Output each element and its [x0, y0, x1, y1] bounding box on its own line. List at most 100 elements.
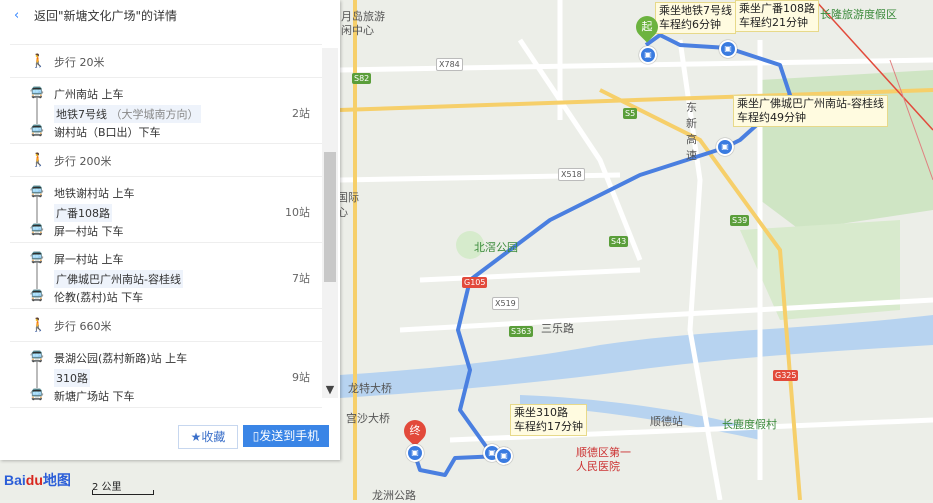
bubble-line1: 乘坐地铁7号线 — [659, 4, 732, 17]
alight-station: 伦教(荔村)站 下车 — [54, 291, 144, 304]
baidu-map-logo[interactable]: Baidu地图 — [4, 470, 71, 490]
star-icon: ★ — [190, 430, 202, 444]
map-label-shunde-station: 顺德站 — [650, 415, 683, 428]
alight-station: 新塘广场站 下车 — [54, 390, 135, 403]
road-tag-s43: S43 — [609, 236, 629, 247]
map-label-dongxin-highway: 东新高速 — [686, 101, 697, 162]
end-pin-icon[interactable]: 终 — [399, 415, 431, 447]
road-tag-x518: X518 — [558, 168, 585, 181]
line-direction: （大学城南方向） — [110, 108, 199, 121]
step-partial — [10, 32, 322, 45]
route-bubble-108: 乘坐广番108路 车程约21分钟 — [735, 0, 819, 32]
route-connector — [36, 197, 38, 223]
route-connector — [36, 98, 38, 124]
walk-icon: 🚶 — [30, 153, 47, 168]
bus-stop-icon[interactable]: ▣ — [639, 46, 657, 64]
line-label: 310路 — [56, 372, 88, 385]
walk-step[interactable]: 🚶 步行 660米 — [10, 309, 322, 342]
road-tag-s5: S5 — [623, 108, 638, 119]
walk-step[interactable]: 🚶 步行 200米 — [10, 144, 322, 177]
map-label-chimelong: 长隆旅游度假区 — [820, 8, 897, 21]
map-label-longte-bridge: 龙特大桥 — [348, 382, 392, 395]
road-tag-x784: X784 — [436, 58, 463, 71]
bubble-line1: 乘坐310路 — [514, 406, 568, 419]
chevron-left-icon[interactable]: ‹ — [14, 0, 19, 32]
alight-station: 屏一村站 下车 — [54, 225, 124, 238]
bus-icon: 🚍 — [30, 124, 44, 137]
back-to-detail-link[interactable]: 返回"新塘文化广场"的详情 — [34, 0, 177, 32]
bubble-line2: 车程约17分钟 — [514, 420, 583, 433]
end-pin-label: 终 — [409, 424, 421, 437]
stop-count: 9站 — [292, 371, 310, 384]
bubble-line1: 乘坐广佛城巴广州南站-容桂线 — [737, 97, 884, 110]
start-pin-icon[interactable]: 起 — [631, 11, 663, 43]
route-detail-panel: ‹ 返回"新塘文化广场"的详情 🚶 步行 20米 🚍 🚍 广州南站 上车 地铁7… — [0, 0, 340, 460]
bubble-line2: 车程约49分钟 — [737, 111, 806, 124]
walk-icon: 🚶 — [30, 318, 47, 333]
walk-text: 步行 660米 — [54, 320, 112, 333]
stop-count: 2站 — [292, 107, 310, 120]
favorite-label: 收藏 — [201, 430, 226, 444]
route-bubble-ronggui: 乘坐广佛城巴广州南站-容桂线 车程约49分钟 — [733, 95, 888, 127]
board-station: 屏一村站 上车 — [54, 253, 124, 266]
map-label-longzhou-road: 龙洲公路 — [372, 489, 416, 502]
logo-text: Bai — [4, 472, 26, 488]
map-label-hospital-2: 人民医院 — [576, 460, 620, 473]
bus-stop-icon[interactable]: ▣ — [406, 444, 424, 462]
map-label-changlu-resort: 长鹿度假村 — [722, 418, 777, 431]
panel-header[interactable]: ‹ 返回"新塘文化广场"的详情 — [0, 0, 340, 32]
map-label-guoji: 国际 — [337, 191, 359, 204]
logo-paw: du — [25, 472, 43, 488]
route-connector — [36, 362, 38, 388]
send-label: 发送到手机 — [259, 429, 320, 443]
logo-suffix: 地图 — [42, 472, 71, 488]
bubble-line2: 车程约6分钟 — [659, 18, 721, 31]
walk-text: 步行 200米 — [54, 155, 112, 168]
road-tag-s363: S363 — [509, 326, 534, 337]
transit-step[interactable]: 🚍 🚍 广州南站 上车 地铁7号线 （大学城南方向） 2站 谢村站（B口出）下车 — [10, 78, 322, 144]
map-label-beijiao-park: 北滘公园 — [474, 241, 518, 254]
favorite-button[interactable]: ★收藏 — [178, 425, 238, 449]
transit-step[interactable]: 🚍 🚍 景湖公园(荔村新路)站 上车 310路 9站 新塘广场站 下车 — [10, 342, 322, 408]
walk-icon: 🚶 — [30, 54, 47, 69]
transit-step[interactable]: 🚍 🚍 屏一村站 上车 广佛城巴广州南站-容桂线 7站 伦教(荔村)站 下车 — [10, 243, 322, 309]
bus-icon: 🚍 — [30, 223, 44, 236]
line-name: 广佛城巴广州南站-容桂线 — [54, 270, 183, 288]
line-label: 广佛城巴广州南站-容桂线 — [56, 273, 181, 286]
send-to-phone-button[interactable]: ▯发送到手机 — [243, 425, 329, 447]
board-station: 广州南站 上车 — [54, 88, 124, 101]
line-name: 310路 — [54, 369, 90, 387]
walk-text: 步行 20米 — [54, 56, 105, 69]
route-steps-list[interactable]: 🚶 步行 20米 🚍 🚍 广州南站 上车 地铁7号线 （大学城南方向） 2站 谢… — [10, 32, 322, 408]
stop-count: 10站 — [285, 206, 310, 219]
line-label: 地铁7号线 — [56, 108, 107, 121]
line-label: 广番108路 — [56, 207, 110, 220]
route-bubble-metro7: 乘坐地铁7号线 车程约6分钟 — [655, 2, 736, 34]
road-tag-s82: S82 — [352, 73, 372, 84]
scrollbar-track[interactable] — [322, 48, 338, 398]
bus-icon: 🚍 — [30, 289, 44, 302]
transit-step[interactable]: 🚍 🚍 地铁谢村站 上车 广番108路 10站 屏一村站 下车 — [10, 177, 322, 243]
road-tag-g325: G325 — [773, 370, 799, 381]
bus-stop-icon[interactable]: ▣ — [716, 138, 734, 156]
route-bubble-310: 乘坐310路 车程约17分钟 — [510, 404, 587, 436]
bubble-line2: 车程约21分钟 — [739, 16, 808, 29]
line-name: 地铁7号线 （大学城南方向） — [54, 105, 201, 123]
map-label-gongsha-bridge: 宫沙大桥 — [346, 412, 390, 425]
walk-step[interactable]: 🚶 步行 20米 — [10, 45, 322, 78]
start-pin-label: 起 — [641, 20, 653, 33]
scroll-down-icon[interactable]: ▼ — [322, 382, 338, 398]
map-label-island-2: 闲中心 — [341, 24, 374, 37]
bus-stop-icon[interactable]: ▣ — [719, 40, 737, 58]
route-connector — [36, 263, 38, 289]
road-tag-x519: X519 — [492, 297, 519, 310]
board-station: 景湖公园(荔村新路)站 上车 — [54, 352, 188, 365]
scrollbar-thumb[interactable] — [324, 152, 336, 282]
line-name: 广番108路 — [54, 204, 112, 222]
bus-icon: 🚍 — [30, 388, 44, 401]
road-tag-g105: G105 — [462, 277, 488, 288]
bus-stop-icon[interactable]: ▣ — [495, 447, 513, 465]
map-label-sanle-road: 三乐路 — [541, 322, 574, 335]
board-station: 地铁谢村站 上车 — [54, 187, 135, 200]
bubble-line1: 乘坐广番108路 — [739, 2, 815, 15]
